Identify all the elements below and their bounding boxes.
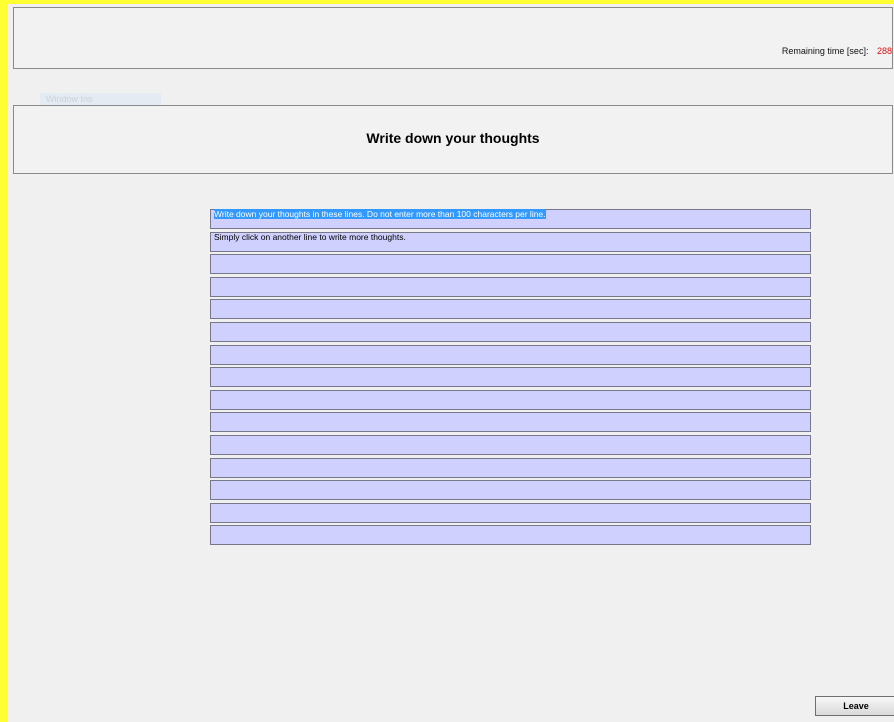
remaining-time-value: 288 — [876, 46, 892, 56]
top-panel: Remaining time [sec]: 288 — [13, 7, 893, 69]
ghost-window-tab-label: Window Ins — [46, 94, 93, 104]
thought-line-text: Simply click on another line to write mo… — [214, 231, 406, 242]
thought-line-9[interactable] — [210, 389, 811, 410]
thought-line-8[interactable] — [210, 367, 811, 388]
thought-line-6[interactable] — [210, 321, 811, 342]
leave-button[interactable]: Leave — [815, 696, 894, 716]
thought-line-10[interactable] — [210, 412, 811, 433]
page-title: Write down your thoughts — [366, 130, 540, 146]
header-panel: Write down your thoughts — [13, 105, 893, 174]
app-window: Remaining time [sec]: 288 Window Ins Wri… — [8, 4, 894, 722]
thought-line-2[interactable]: Simply click on another line to write mo… — [210, 231, 811, 252]
thought-line-7[interactable] — [210, 344, 811, 365]
thought-line-1[interactable]: Write down your thoughts in these lines.… — [210, 209, 811, 229]
thought-line-12[interactable] — [210, 457, 811, 478]
remaining-time: Remaining time [sec]: 288 — [782, 46, 892, 56]
thought-line-14[interactable] — [210, 502, 811, 523]
thought-line-11[interactable] — [210, 434, 811, 455]
remaining-time-label: Remaining time [sec]: — [781, 46, 869, 56]
thought-line-3[interactable] — [210, 254, 811, 275]
ghost-window-tab: Window Ins — [40, 93, 161, 105]
thought-line-text: Write down your thoughts in these lines.… — [214, 209, 546, 219]
thought-line-4[interactable] — [210, 276, 811, 297]
thought-line-15[interactable] — [210, 525, 811, 546]
thought-line-5[interactable] — [210, 299, 811, 320]
thought-lines: Write down your thoughts in these lines.… — [210, 209, 811, 548]
thought-line-13[interactable] — [210, 480, 811, 501]
